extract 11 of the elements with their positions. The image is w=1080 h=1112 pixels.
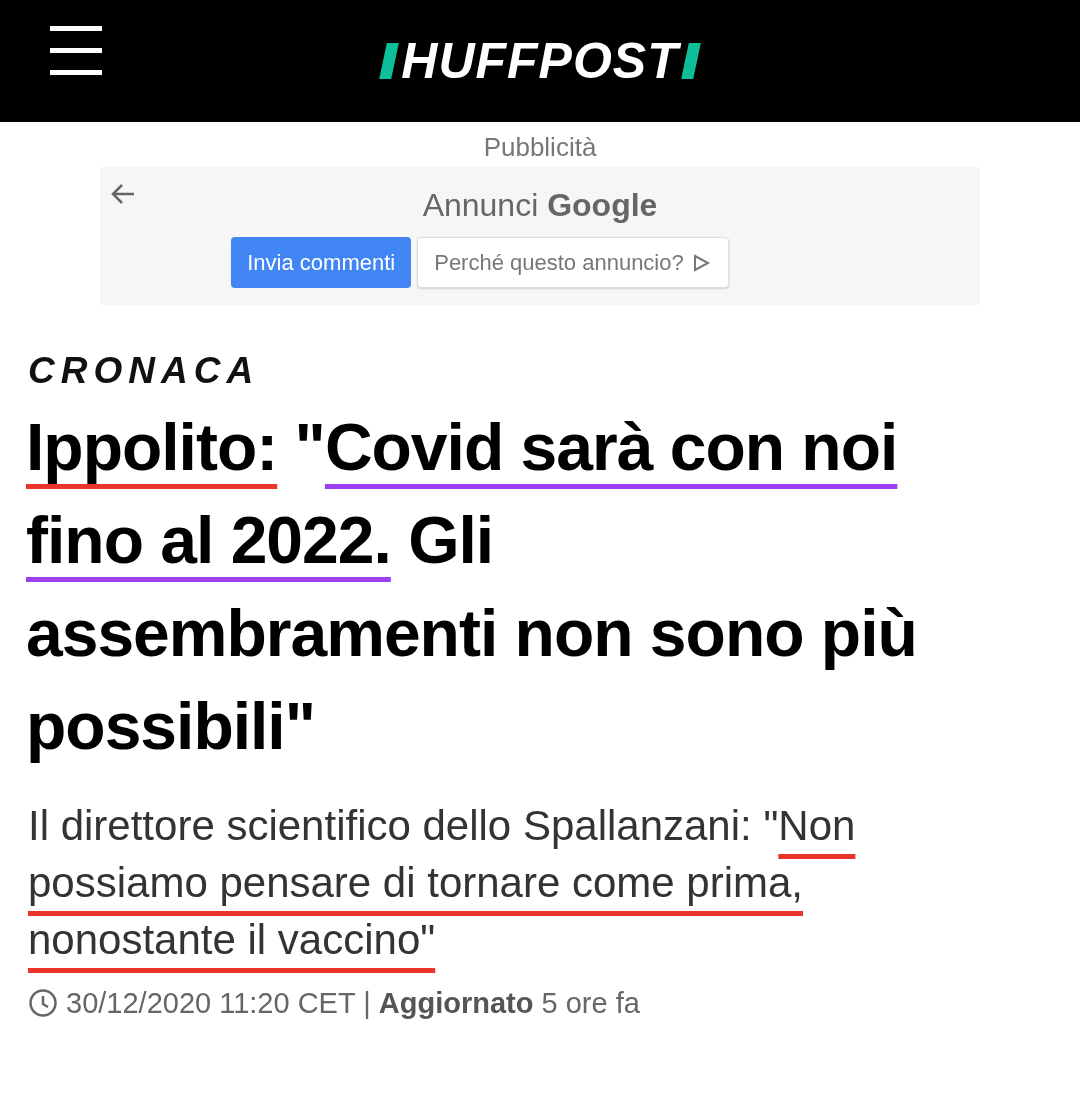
menu-icon[interactable] bbox=[50, 24, 102, 78]
timestamp: 30/12/2020 11:20 CET | Aggiornato 5 ore fa bbox=[66, 985, 640, 1021]
subtitle: Il direttore scientifico dello Spallanzani: "Non possiamo pensare di tornare come prima, nonostante il vaccino" bbox=[28, 800, 857, 965]
headline: Ippolito: "Covid sarà con noi fino al 2022. Gli assembramenti non sono più possibili" bbox=[26, 408, 918, 765]
section-label: CRONACA bbox=[28, 349, 261, 393]
feedback-button[interactable]: Invia commenti bbox=[231, 237, 412, 288]
ad-label: Pubblicità bbox=[483, 132, 597, 162]
why-this-ad-button[interactable]: Perché questo annuncio? bbox=[417, 237, 729, 288]
clock-icon bbox=[28, 988, 58, 1019]
play-icon bbox=[691, 252, 712, 273]
ad-title: Annunci Google bbox=[422, 187, 658, 223]
